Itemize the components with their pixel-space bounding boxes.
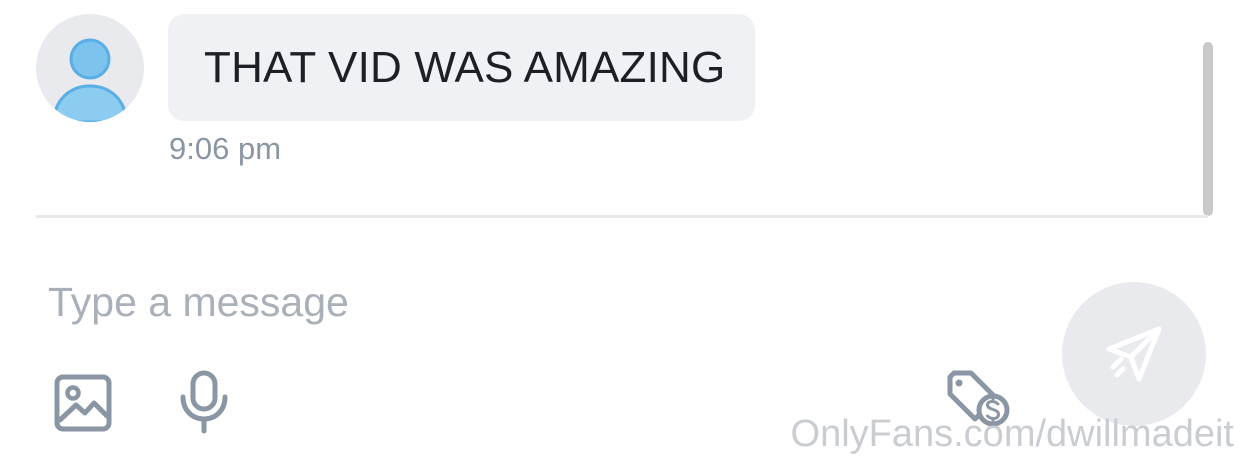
default-user-avatar-icon: [52, 38, 128, 122]
chat-message-area: THAT VID WAS AMAZING 9:06 pm: [0, 0, 1242, 218]
message-timestamp: 9:06 pm: [169, 131, 282, 166]
message-bubble[interactable]: THAT VID WAS AMAZING: [168, 14, 755, 121]
divider: [36, 215, 1208, 218]
avatar[interactable]: [36, 14, 144, 122]
microphone-icon: [180, 370, 228, 434]
message-input[interactable]: [48, 272, 1028, 332]
voice-message-button[interactable]: [178, 370, 230, 434]
message-text: THAT VID WAS AMAZING: [204, 42, 726, 92]
add-media-button[interactable]: [54, 374, 112, 432]
watermark: OnlyFans.com/dwillmadeit: [790, 413, 1234, 455]
send-button[interactable]: [1062, 282, 1206, 426]
image-icon: [54, 374, 112, 432]
paper-plane-send-icon: [1106, 326, 1162, 382]
scrollbar-thumb[interactable]: [1203, 42, 1213, 216]
